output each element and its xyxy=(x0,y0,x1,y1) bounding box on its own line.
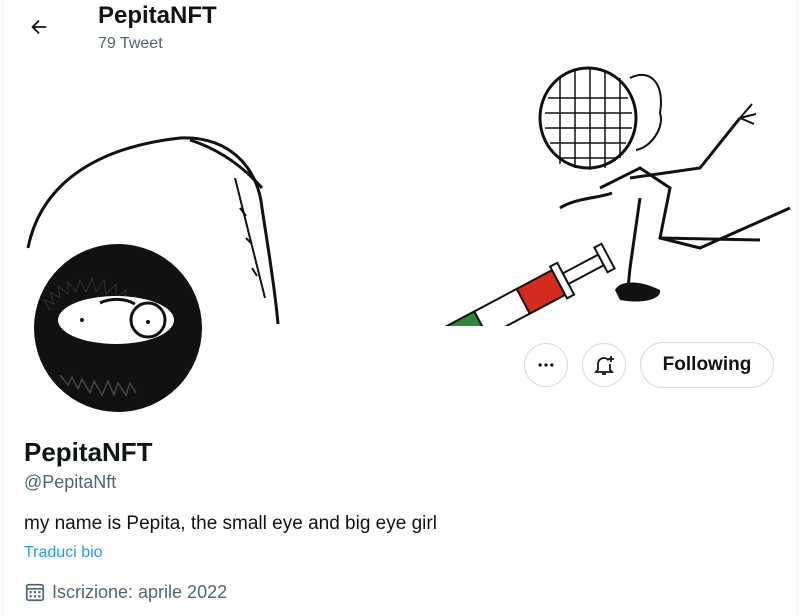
arrow-left-icon xyxy=(31,19,47,35)
avatar-image xyxy=(30,240,206,416)
back-button[interactable] xyxy=(22,10,56,44)
calendar-icon xyxy=(25,583,45,602)
display-name: PepitaNFT xyxy=(24,437,153,467)
avatar[interactable] xyxy=(30,240,206,416)
join-date: Iscrizione: aprile 2022 xyxy=(24,580,227,604)
user-handle: @PepitaNft xyxy=(24,472,117,492)
bell-plus-icon xyxy=(593,356,615,375)
tweet-count: 79 Tweet xyxy=(98,35,163,52)
bio: my name is Pepita, the small eye and big… xyxy=(24,513,437,534)
header-name: PepitaNFT xyxy=(98,2,217,29)
more-button[interactable] xyxy=(524,343,568,387)
translate-bio-link[interactable]: Traduci bio xyxy=(24,543,103,563)
more-horizontal-icon xyxy=(538,363,554,367)
notifications-button[interactable] xyxy=(582,343,626,387)
following-button[interactable]: Following xyxy=(640,342,774,388)
join-date-text: Iscrizione: aprile 2022 xyxy=(52,582,228,602)
